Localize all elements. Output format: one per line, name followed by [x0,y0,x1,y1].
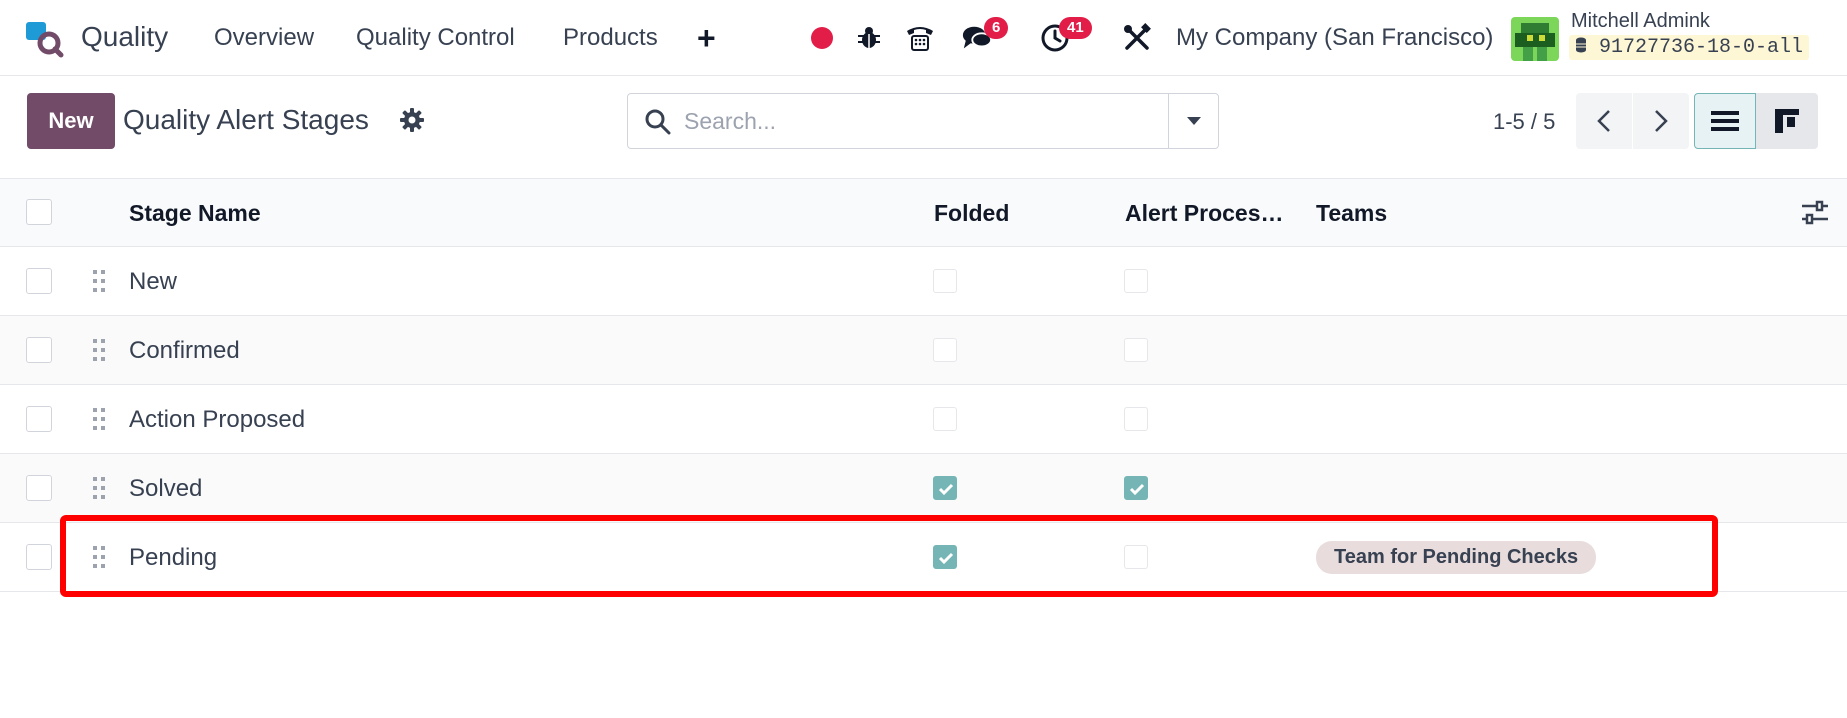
list-view-icon [1711,111,1739,131]
page-title: Quality Alert Stages [123,104,369,135]
messages-badge: 6 [984,17,1009,39]
check-icon [938,483,954,496]
row-select-checkbox[interactable] [26,337,52,363]
folded-checkbox [933,269,957,293]
check-icon [1129,483,1145,496]
folded-checkbox [933,476,957,500]
pager-value[interactable]: 1-5 / 5 [1493,109,1555,135]
search-options-toggle[interactable] [1168,94,1218,148]
search-bar [627,93,1219,149]
menu-overview[interactable]: Overview [214,24,314,52]
new-button[interactable]: New [27,93,115,149]
table-header: Stage Name Folded Alert Proces… Teams [0,178,1847,247]
column-folded[interactable]: Folded [934,200,1009,227]
stage-name-cell: New [129,268,178,295]
select-all-checkbox[interactable] [26,199,52,225]
folded-checkbox [933,545,957,569]
drag-handle-icon[interactable] [92,407,106,431]
folded-checkbox [933,407,957,431]
alert-processed-checkbox [1124,545,1148,569]
folded-checkbox [933,338,957,362]
gear-icon[interactable] [399,107,425,133]
phone-icon[interactable] [904,22,936,54]
list-view-button[interactable] [1694,93,1756,149]
search-icon [645,109,671,135]
stage-name-cell: Action Proposed [129,406,306,433]
caret-down-icon [1186,117,1201,125]
row-select-checkbox[interactable] [26,475,52,501]
alert-processed-checkbox [1124,338,1148,362]
pager-previous-button[interactable] [1576,93,1632,149]
table-row[interactable]: Pending Team for Pending Checks [0,523,1847,592]
chevron-left-icon [1597,110,1610,132]
team-tag[interactable]: Team for Pending Checks [1316,541,1597,574]
drag-handle-icon[interactable] [92,269,106,293]
row-select-checkbox[interactable] [26,268,52,294]
column-alert-processed[interactable]: Alert Proces… [1125,200,1284,227]
kanban-view-icon [1775,109,1799,133]
alert-processed-checkbox [1124,407,1148,431]
drag-handle-icon[interactable] [92,476,106,500]
drag-handle-icon[interactable] [92,545,106,569]
table-row[interactable]: Action Proposed [0,385,1847,454]
row-select-checkbox[interactable] [26,544,52,570]
top-navbar: Quality Overview Quality Control Product… [0,0,1847,76]
table-row[interactable]: Confirmed [0,316,1847,385]
alert-processed-checkbox [1124,269,1148,293]
avatar[interactable] [1511,17,1559,61]
stage-name-cell: Pending [129,544,218,571]
table-row[interactable]: Solved [0,454,1847,523]
user-name[interactable]: Mitchell Admink [1571,10,1710,33]
database-icon [1576,37,1586,53]
app-title[interactable]: Quality [81,21,168,53]
menu-quality-control[interactable]: Quality Control [356,24,515,52]
kanban-view-button[interactable] [1756,93,1818,149]
table-row[interactable]: New [0,247,1847,316]
company-switcher[interactable]: My Company (San Francisco) [1176,24,1493,52]
app-logo-icon[interactable] [24,18,64,58]
bug-icon[interactable] [853,22,885,54]
menu-products[interactable]: Products [563,24,658,52]
check-icon [938,552,954,565]
column-teams[interactable]: Teams [1316,200,1387,227]
stage-name-cell: Solved [129,475,203,502]
tools-icon[interactable] [1121,22,1153,54]
record-icon[interactable] [806,22,838,54]
plus-icon[interactable]: + [697,20,716,57]
row-select-checkbox[interactable] [26,406,52,432]
pager-next-button[interactable] [1633,93,1689,149]
database-badge: 91727736-18-0-all [1569,35,1810,60]
column-settings-icon[interactable] [1800,199,1830,227]
alert-processed-checkbox [1124,476,1148,500]
drag-handle-icon[interactable] [92,338,106,362]
database-name: 91727736-18-0-all [1599,36,1804,59]
chevron-right-icon [1655,110,1668,132]
stage-name-cell: Confirmed [129,337,240,364]
column-stage-name[interactable]: Stage Name [129,200,261,227]
search-input[interactable] [684,104,1084,138]
activities-badge: 41 [1059,17,1092,39]
